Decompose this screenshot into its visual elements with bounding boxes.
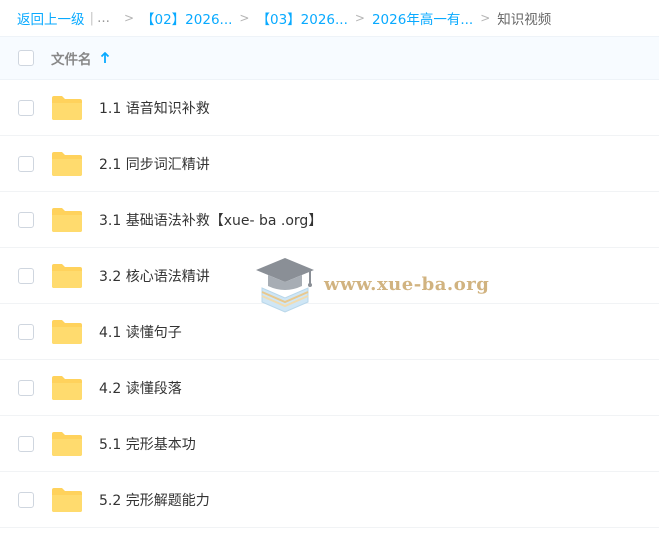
file-name-link[interactable]: 3.1 基础语法补救【xue- ba .org】 (99, 210, 322, 230)
file-row[interactable]: 1.1 语音知识补救 (0, 80, 659, 136)
folder-icon (52, 375, 82, 400)
folder-icon (52, 319, 82, 344)
file-name-link[interactable]: 5.2 完形解题能力 (99, 490, 210, 510)
column-header-label: 文件名 (51, 52, 92, 68)
breadcrumb-item[interactable]: 2026年高一有... (372, 8, 473, 28)
file-row[interactable]: 4.2 读懂段落 (0, 360, 659, 416)
file-name-link[interactable]: 4.1 读懂句子 (99, 322, 182, 342)
chevron-right-icon: > (239, 11, 250, 25)
file-name-link[interactable]: 2.1 同步词汇精讲 (99, 154, 210, 174)
row-checkbox[interactable] (18, 435, 34, 452)
file-name-link[interactable]: 3.2 核心语法精讲 (99, 266, 210, 286)
file-list-header: 文件名 (0, 36, 659, 80)
chevron-right-icon: > (354, 11, 365, 25)
folder-icon (52, 95, 82, 120)
file-row[interactable]: 3.1 基础语法补救【xue- ba .org】 (0, 192, 659, 248)
sort-ascending-icon (100, 52, 109, 63)
row-checkbox[interactable] (18, 491, 34, 508)
folder-icon (52, 487, 82, 512)
file-name-link[interactable]: 1.1 语音知识补救 (99, 98, 210, 118)
file-name-link[interactable]: 4.2 读懂段落 (99, 378, 182, 398)
column-header-filename[interactable]: 文件名 (51, 48, 110, 68)
folder-icon (52, 151, 82, 176)
file-row[interactable]: 3.2 核心语法精讲 (0, 248, 659, 304)
file-row[interactable]: 5.1 完形基本功 (0, 416, 659, 472)
row-checkbox[interactable] (18, 99, 34, 116)
file-list: 1.1 语音知识补救 2.1 同步词汇精讲 3.1 基础语法补救【xue- ba… (0, 80, 659, 528)
folder-icon (52, 431, 82, 456)
file-row[interactable]: 4.1 读懂句子 (0, 304, 659, 360)
row-checkbox[interactable] (18, 379, 34, 396)
row-checkbox[interactable] (18, 323, 34, 340)
file-name-link[interactable]: 5.1 完形基本功 (99, 434, 196, 454)
row-checkbox[interactable] (18, 155, 34, 172)
file-row[interactable]: 5.2 完形解题能力 (0, 472, 659, 528)
breadcrumb-current: 知识视频 (497, 12, 552, 28)
back-link[interactable]: 返回上一级 (17, 8, 85, 28)
folder-icon (52, 263, 82, 288)
file-row[interactable]: 2.1 同步词汇精讲 (0, 136, 659, 192)
breadcrumb: 返回上一级 | ... > 【02】2026... > 【03】2026... … (0, 0, 659, 36)
row-checkbox[interactable] (18, 211, 34, 228)
breadcrumb-ellipsis[interactable]: ... (97, 10, 110, 26)
breadcrumb-item[interactable]: 【02】2026... (141, 8, 232, 28)
file-browser: 返回上一级 | ... > 【02】2026... > 【03】2026... … (0, 0, 659, 536)
breadcrumb-divider: | (89, 10, 95, 26)
breadcrumb-item[interactable]: 【03】2026... (256, 8, 347, 28)
select-all-checkbox[interactable] (18, 50, 34, 66)
chevron-right-icon: > (480, 11, 491, 25)
row-checkbox[interactable] (18, 267, 34, 284)
folder-icon (52, 207, 82, 232)
chevron-right-icon: > (123, 11, 134, 25)
